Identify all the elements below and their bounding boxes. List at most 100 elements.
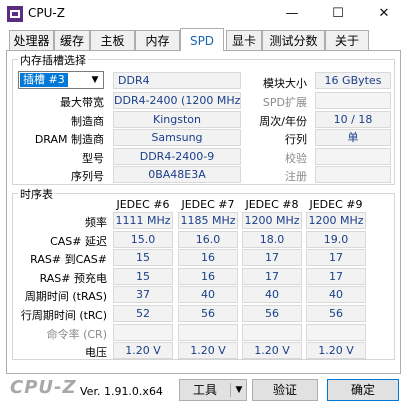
timing-cell: 1.20 V — [113, 342, 173, 360]
module-size-value: 16 GBytes — [315, 72, 391, 89]
part-number-label: 型号 — [82, 152, 104, 165]
timing-cell: 1111 MHz — [113, 212, 173, 229]
module-type-value: DDR4 — [113, 72, 241, 89]
timing-cell: 1.20 V — [178, 342, 238, 360]
timing-column-header: JEDEC #6 — [116, 198, 170, 211]
title-bar: CPU-Z — ☐ ✕ — [0, 0, 407, 28]
registered-value — [315, 166, 391, 183]
tools-button[interactable]: 工具 ▼ — [179, 379, 247, 401]
timing-cell: 17 — [242, 249, 302, 267]
dram-manufacturer-label: DRAM 制造商 — [34, 133, 104, 146]
timing-row-label: RAS# 预充电 — [39, 271, 107, 285]
tab-bench[interactable]: 测试分数 — [262, 30, 325, 50]
tab-label: 主板 — [100, 34, 125, 48]
timing-cell: 1200 MHz — [242, 212, 302, 229]
timing-cell — [242, 323, 302, 341]
timing-row-label: 电压 — [85, 346, 107, 360]
tab-label: 测试分数 — [269, 34, 318, 48]
week-year-value: 10 / 18 — [315, 111, 391, 128]
cpu-z-logo: CPU-Z — [10, 377, 77, 398]
timing-cell: 15 — [113, 267, 173, 285]
timings-group-title: 时序表 — [18, 186, 55, 202]
validate-button-label: 验证 — [272, 383, 297, 397]
serial-number-label: 序列号 — [71, 170, 104, 183]
minimize-icon: — — [285, 6, 299, 21]
registered-label: 注册 — [285, 170, 307, 183]
timing-cell: 16 — [178, 249, 238, 267]
timing-row-label: 命令率 (CR) — [46, 327, 107, 341]
tab-about[interactable]: 关于 — [325, 30, 369, 50]
timing-cell: 18.0 — [242, 230, 302, 248]
timing-cell: 1.20 V — [306, 342, 366, 360]
timing-cell: 56 — [306, 305, 366, 322]
tab-label: 内存 — [145, 34, 170, 48]
timing-row-label: CAS# 延迟 — [50, 234, 107, 248]
tab-label: 缓存 — [59, 34, 84, 48]
timing-cell: 19.0 — [306, 230, 366, 248]
timing-cell — [306, 323, 366, 341]
minimize-button[interactable]: — — [269, 0, 315, 28]
tab-memory[interactable]: 内存 — [135, 30, 180, 50]
close-button[interactable]: ✕ — [361, 0, 407, 28]
close-icon: ✕ — [378, 6, 390, 21]
tools-button-divider — [230, 383, 231, 397]
slot-select-value: 插槽 #3 — [20, 73, 68, 87]
timing-cell — [178, 323, 238, 341]
tab-mainboard[interactable]: 主板 — [90, 30, 135, 50]
correction-value — [315, 148, 391, 165]
part-number-value: DDR4-2400-9 — [113, 148, 241, 165]
timing-cell: 40 — [242, 286, 302, 304]
timing-cell: 15 — [113, 249, 173, 267]
chevron-down-icon: ▼ — [91, 75, 99, 85]
timing-row-label: 行周期时间 (tRC) — [20, 309, 107, 322]
dram-manufacturer-value: Samsung — [113, 129, 241, 146]
timing-column-header: JEDEC #7 — [181, 198, 235, 211]
slot-select[interactable]: 插槽 #3 ▼ — [18, 71, 104, 89]
validate-button[interactable]: 验证 — [252, 379, 318, 401]
week-year-label: 周次/年份 — [259, 115, 307, 128]
max-bandwidth-label: 最大带宽 — [60, 96, 104, 109]
timing-cell: 56 — [178, 305, 238, 322]
timing-cell — [113, 323, 173, 341]
ok-button[interactable]: 确定 — [327, 379, 399, 401]
timing-cell: 40 — [178, 286, 238, 304]
correction-label: 校验 — [285, 152, 307, 165]
version-text: Ver. 1.91.0.x64 — [80, 385, 163, 398]
chevron-down-icon[interactable]: ▼ — [232, 380, 246, 400]
manufacturer-label: 制造商 — [71, 115, 104, 128]
timing-cell: 16.0 — [178, 230, 238, 248]
timing-column-header: JEDEC #8 — [245, 198, 299, 211]
timing-cell: 40 — [306, 286, 366, 304]
tab-cache[interactable]: 缓存 — [54, 30, 90, 50]
timing-cell: 15.0 — [113, 230, 173, 248]
timing-cell: 17 — [242, 267, 302, 285]
tab-label: SPD — [189, 34, 215, 48]
tools-button-label: 工具 — [192, 383, 217, 397]
timing-cell: 1200 MHz — [306, 212, 366, 229]
max-bandwidth-value: DDR4-2400 (1200 MHz) — [113, 92, 241, 109]
ok-button-label: 确定 — [350, 383, 375, 397]
ranks-value: 单 — [315, 129, 391, 146]
timing-cell: 16 — [178, 267, 238, 285]
serial-number-value: 0BA48E3A — [113, 166, 241, 183]
tab-label: 关于 — [334, 34, 359, 48]
tab-label: 显卡 — [231, 34, 256, 48]
timing-row-label: 频率 — [85, 216, 107, 229]
timing-cell: 1185 MHz — [178, 212, 238, 229]
tab-graphics[interactable]: 显卡 — [226, 30, 262, 50]
timing-column-header: JEDEC #9 — [309, 198, 363, 211]
tab-label: 处理器 — [13, 34, 50, 48]
tab-processor[interactable]: 处理器 — [9, 30, 54, 50]
manufacturer-value: Kingston — [113, 111, 241, 128]
tab-spd[interactable]: SPD — [180, 28, 224, 51]
spd-ext-value — [315, 92, 391, 109]
window-title: CPU-Z — [28, 6, 65, 20]
maximize-icon: ☐ — [332, 6, 344, 21]
maximize-button[interactable]: ☐ — [315, 0, 361, 28]
timing-cell: 1.20 V — [242, 342, 302, 360]
timing-row-label: RAS# 到CAS# — [30, 253, 107, 267]
timing-cell: 17 — [306, 267, 366, 285]
timing-cell: 17 — [306, 249, 366, 267]
timing-cell: 37 — [113, 286, 173, 304]
spd-ext-label: SPD扩展 — [262, 96, 307, 109]
